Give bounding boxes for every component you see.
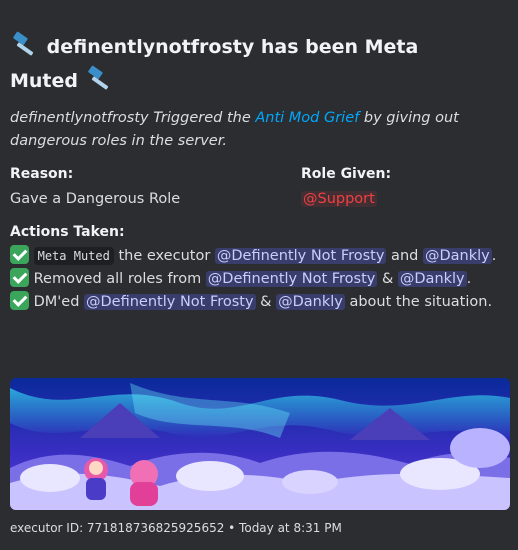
check-icon bbox=[10, 291, 29, 310]
user-mention[interactable]: @Definently Not Frosty bbox=[205, 271, 378, 287]
check-icon bbox=[10, 268, 29, 287]
field-name: Actions Taken: bbox=[10, 224, 125, 240]
hammer-icon bbox=[85, 65, 115, 91]
anti-mod-grief-link[interactable]: Anti Mod Grief bbox=[255, 110, 359, 126]
check-icon bbox=[10, 245, 29, 264]
action-text: Removed all roles from bbox=[29, 271, 206, 287]
field-name: Role Given: bbox=[301, 166, 392, 182]
hammer-icon bbox=[10, 31, 40, 57]
field-actions-taken: Actions Taken: Meta Muted the executor @… bbox=[10, 222, 510, 314]
user-mention[interactable]: @Dankly bbox=[276, 294, 345, 310]
action-text: the executor bbox=[113, 248, 215, 264]
action-text: DM'ed bbox=[29, 294, 85, 310]
inline-code: Meta Muted bbox=[33, 247, 114, 265]
description-prefix: definentlynotfrosty Triggered the bbox=[10, 110, 256, 126]
title-text-end: Muted bbox=[10, 70, 79, 92]
embed-card: definentlynotfrosty has been Meta Muted … bbox=[0, 0, 518, 550]
embed-footer: executor ID: 771818736825925652 • Today … bbox=[10, 521, 342, 535]
user-mention[interactable]: @Definently Not Frosty bbox=[214, 248, 387, 264]
action-text: about the situation. bbox=[344, 294, 493, 310]
action-text: & bbox=[255, 294, 277, 310]
action-text: and bbox=[386, 248, 423, 264]
user-mention[interactable]: @Dankly bbox=[422, 248, 492, 264]
embed-banner-image bbox=[10, 378, 510, 510]
action-text: & bbox=[377, 271, 398, 287]
action-text: . bbox=[466, 271, 472, 287]
action-text: . bbox=[491, 248, 497, 264]
embed-title: definentlynotfrosty has been Meta Muted bbox=[10, 30, 510, 98]
user-mention[interactable]: @Definently Not Frosty bbox=[84, 294, 256, 310]
user-mention[interactable]: @Dankly bbox=[397, 271, 467, 287]
embed-description: definentlynotfrosty Triggered the Anti M… bbox=[10, 107, 510, 153]
field-value: Gave a Dangerous Role bbox=[10, 191, 181, 207]
field-name: Reason: bbox=[10, 166, 74, 182]
title-text-main: definentlynotfrosty has been Meta bbox=[46, 36, 419, 58]
field-reason: Reason: Gave a Dangerous Role bbox=[10, 164, 180, 210]
field-role-given: Role Given: @Support bbox=[301, 164, 391, 210]
role-mention-support[interactable]: @Support bbox=[301, 191, 377, 207]
